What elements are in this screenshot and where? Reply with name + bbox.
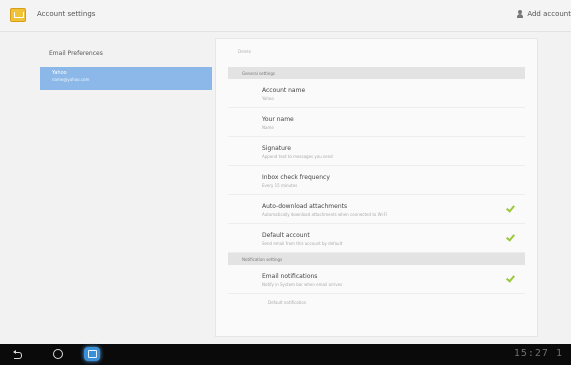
- person-add-icon: [517, 10, 524, 18]
- account-list-panel: Email Preferences Yahoo name@yahoo.com: [0, 32, 212, 344]
- recent-apps-icon[interactable]: [84, 347, 100, 361]
- delete-label[interactable]: Delete: [238, 49, 251, 54]
- setting-title: Your name: [262, 116, 294, 123]
- panel-top: Delete: [216, 39, 537, 67]
- setting-title: Default account: [262, 232, 310, 239]
- setting-email-notifications[interactable]: Email notifications Notify in System bar…: [228, 265, 525, 294]
- setting-summary: Notify in System bar when email arrives: [262, 282, 343, 287]
- settings-panel: Delete General settings Account name Yah…: [215, 38, 538, 337]
- system-nav-bar: 15:27 1: [0, 344, 571, 365]
- setting-auto-download-attachments[interactable]: Auto-download attachments Automatically …: [228, 195, 525, 224]
- add-account-button[interactable]: Add account: [517, 10, 571, 18]
- setting-summary: Append text to messages you send: [262, 154, 333, 159]
- setting-title: Account name: [262, 87, 306, 94]
- general-settings-header: General settings: [228, 67, 525, 79]
- setting-title: Auto-download attachments: [262, 203, 348, 210]
- email-preferences-item[interactable]: Email Preferences: [40, 42, 212, 64]
- email-app-icon[interactable]: [10, 8, 26, 22]
- setting-title: Default notification: [268, 300, 307, 305]
- setting-signature[interactable]: Signature Append text to messages you se…: [228, 137, 525, 166]
- clock: 15:27 1: [513, 348, 563, 359]
- account-name: Yahoo: [52, 70, 67, 76]
- add-account-label: Add account: [527, 10, 571, 18]
- setting-summary: Every 15 minutes: [262, 183, 298, 188]
- page-title: Account settings: [37, 10, 96, 18]
- setting-summary: Yahoo: [262, 96, 274, 101]
- back-icon[interactable]: [13, 350, 23, 359]
- home-icon[interactable]: [53, 349, 63, 359]
- setting-title: Inbox check frequency: [262, 174, 330, 181]
- setting-summary: Send email from this account by default: [262, 241, 343, 246]
- setting-inbox-check-frequency[interactable]: Inbox check frequency Every 15 minutes: [228, 166, 525, 195]
- notification-settings-header: Notification settings: [228, 253, 525, 265]
- account-email: name@yahoo.com: [52, 77, 90, 82]
- setting-default-account[interactable]: Default account Send email from this acc…: [228, 224, 525, 253]
- account-item-selected[interactable]: Yahoo name@yahoo.com: [40, 67, 212, 90]
- setting-summary: Name: [262, 125, 274, 130]
- setting-summary: Automatically download attachments when …: [262, 212, 388, 217]
- setting-account-name[interactable]: Account name Yahoo: [228, 79, 525, 108]
- setting-your-name[interactable]: Your name Name: [228, 108, 525, 137]
- setting-title: Signature: [262, 145, 291, 152]
- email-notifications-checkbox[interactable]: [506, 274, 515, 283]
- setting-default-notification[interactable]: Default notification: [228, 294, 525, 310]
- default-account-checkbox[interactable]: [506, 233, 515, 242]
- action-bar: Account settings Add account: [0, 0, 571, 32]
- auto-download-checkbox[interactable]: [506, 204, 515, 213]
- setting-title: Email notifications: [262, 273, 318, 280]
